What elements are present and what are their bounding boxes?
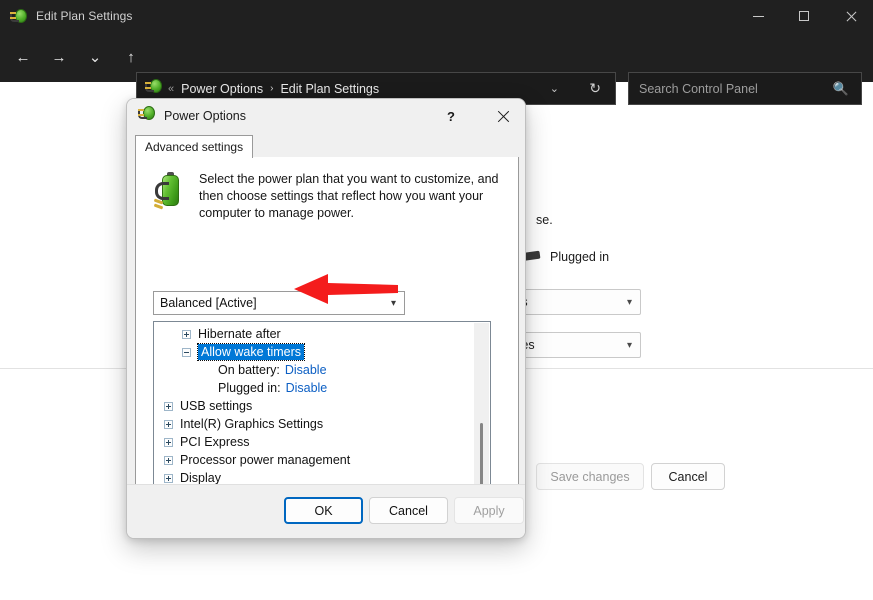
tab-page: Select the power plan that you want to c… [135, 157, 519, 538]
power-plan-selected-value: Balanced [Active] [160, 296, 257, 310]
help-button[interactable]: ? [439, 105, 463, 127]
tree-row-label: Display [180, 471, 221, 485]
breadcrumb-overflow-icon[interactable]: « [168, 83, 174, 95]
tree-row[interactable]: PCI Express [154, 433, 474, 451]
minimize-button[interactable] [735, 0, 781, 32]
expand-icon[interactable] [164, 401, 173, 411]
chevron-down-icon: ▾ [626, 296, 632, 308]
chevron-down-icon: ▾ [390, 297, 396, 309]
tree-row-label: PCI Express [180, 435, 250, 449]
close-button[interactable] [827, 0, 873, 32]
window-title: Edit Plan Settings [36, 9, 133, 23]
dialog-titlebar: Power Options ? [127, 99, 525, 133]
apply-button[interactable]: Apply [454, 497, 524, 524]
breadcrumb-power-options[interactable]: Power Options [181, 82, 263, 96]
background-text-fragment: se. [536, 213, 553, 227]
forward-button[interactable]: → [44, 42, 74, 72]
battery-plug-icon [153, 172, 189, 213]
search-box[interactable]: Search Control Panel 🔍 [628, 72, 862, 105]
dialog-icon [138, 105, 155, 127]
tree-row-label: Allow wake timers [196, 343, 306, 361]
up-button[interactable]: ↑ [116, 42, 146, 72]
tree-row[interactable]: Intel(R) Graphics Settings [154, 415, 474, 433]
expand-icon[interactable] [182, 329, 191, 339]
screen: se. Plugged in utes ▾ nutes ▾ Save chang… [0, 0, 873, 600]
tree-row[interactable]: Allow wake timers [154, 343, 474, 361]
ok-button[interactable]: OK [284, 497, 363, 524]
tree-row[interactable]: USB settings [154, 397, 474, 415]
tab-strip: Advanced settings [135, 135, 519, 158]
dialog-footer: OK Cancel Apply [127, 484, 525, 538]
power-options-dialog: Power Options ? Advanced settings Select… [126, 98, 526, 539]
background-cancel-button[interactable]: Cancel [651, 463, 725, 490]
maximize-button[interactable] [781, 0, 827, 32]
breadcrumb-edit-plan-settings[interactable]: Edit Plan Settings [280, 82, 379, 96]
tree-row-label: Intel(R) Graphics Settings [180, 417, 324, 431]
window-titlebar: Edit Plan Settings [0, 0, 873, 32]
expand-icon[interactable] [164, 455, 173, 465]
tree-row[interactable]: Hibernate after [154, 325, 474, 343]
tree-row-label: Processor power management [180, 453, 351, 467]
window-controls [735, 0, 873, 32]
search-icon: 🔍 [832, 80, 849, 96]
hint-row: Select the power plan that you want to c… [153, 171, 511, 222]
hint-text: Select the power plan that you want to c… [199, 172, 499, 220]
refresh-icon[interactable]: ↻ [589, 80, 601, 97]
plugged-in-column-header: Plugged in [519, 250, 610, 264]
tab-advanced-settings[interactable]: Advanced settings [135, 135, 254, 158]
breadcrumb-separator-icon: › [270, 83, 274, 94]
expand-icon[interactable] [164, 473, 173, 483]
recent-locations-button[interactable]: ⌄ [80, 42, 110, 72]
tree-row-value-link[interactable]: Disable [285, 363, 327, 377]
address-power-icon [145, 78, 162, 100]
save-changes-button[interactable]: Save changes [536, 463, 644, 490]
navigation-bar: ← → ⌄ ↑ « Power Options › Edit Plan Sett… [0, 32, 873, 105]
tree-row-label: USB settings [180, 399, 253, 413]
cancel-button[interactable]: Cancel [369, 497, 448, 524]
tree-row-value-link[interactable]: Disable [286, 381, 328, 395]
tree-row-label: On battery: [218, 363, 280, 377]
search-input[interactable]: Search Control Panel [639, 82, 758, 96]
tree-row-label: Hibernate after [198, 327, 281, 341]
tree-rows: Hibernate after Allow wake timers On batte… [154, 325, 474, 505]
expand-icon[interactable] [164, 437, 173, 447]
tree-row[interactable]: On battery: Disable [154, 361, 474, 379]
tree-row[interactable]: Plugged in: Disable [154, 379, 474, 397]
plugged-in-label: Plugged in [550, 250, 610, 264]
power-plan-select[interactable]: Balanced [Active] ▾ [153, 291, 405, 315]
tree-row-label: Plugged in: [218, 381, 281, 395]
tree-row[interactable]: Processor power management [154, 451, 474, 469]
chevron-down-icon[interactable]: ⌄ [550, 82, 559, 95]
back-button[interactable]: ← [8, 42, 38, 72]
window-icon [10, 8, 27, 25]
dialog-title: Power Options [164, 109, 246, 123]
collapse-icon[interactable] [182, 347, 191, 357]
expand-icon[interactable] [164, 419, 173, 429]
dialog-close-button[interactable] [481, 99, 525, 133]
chevron-down-icon: ▾ [626, 339, 632, 351]
